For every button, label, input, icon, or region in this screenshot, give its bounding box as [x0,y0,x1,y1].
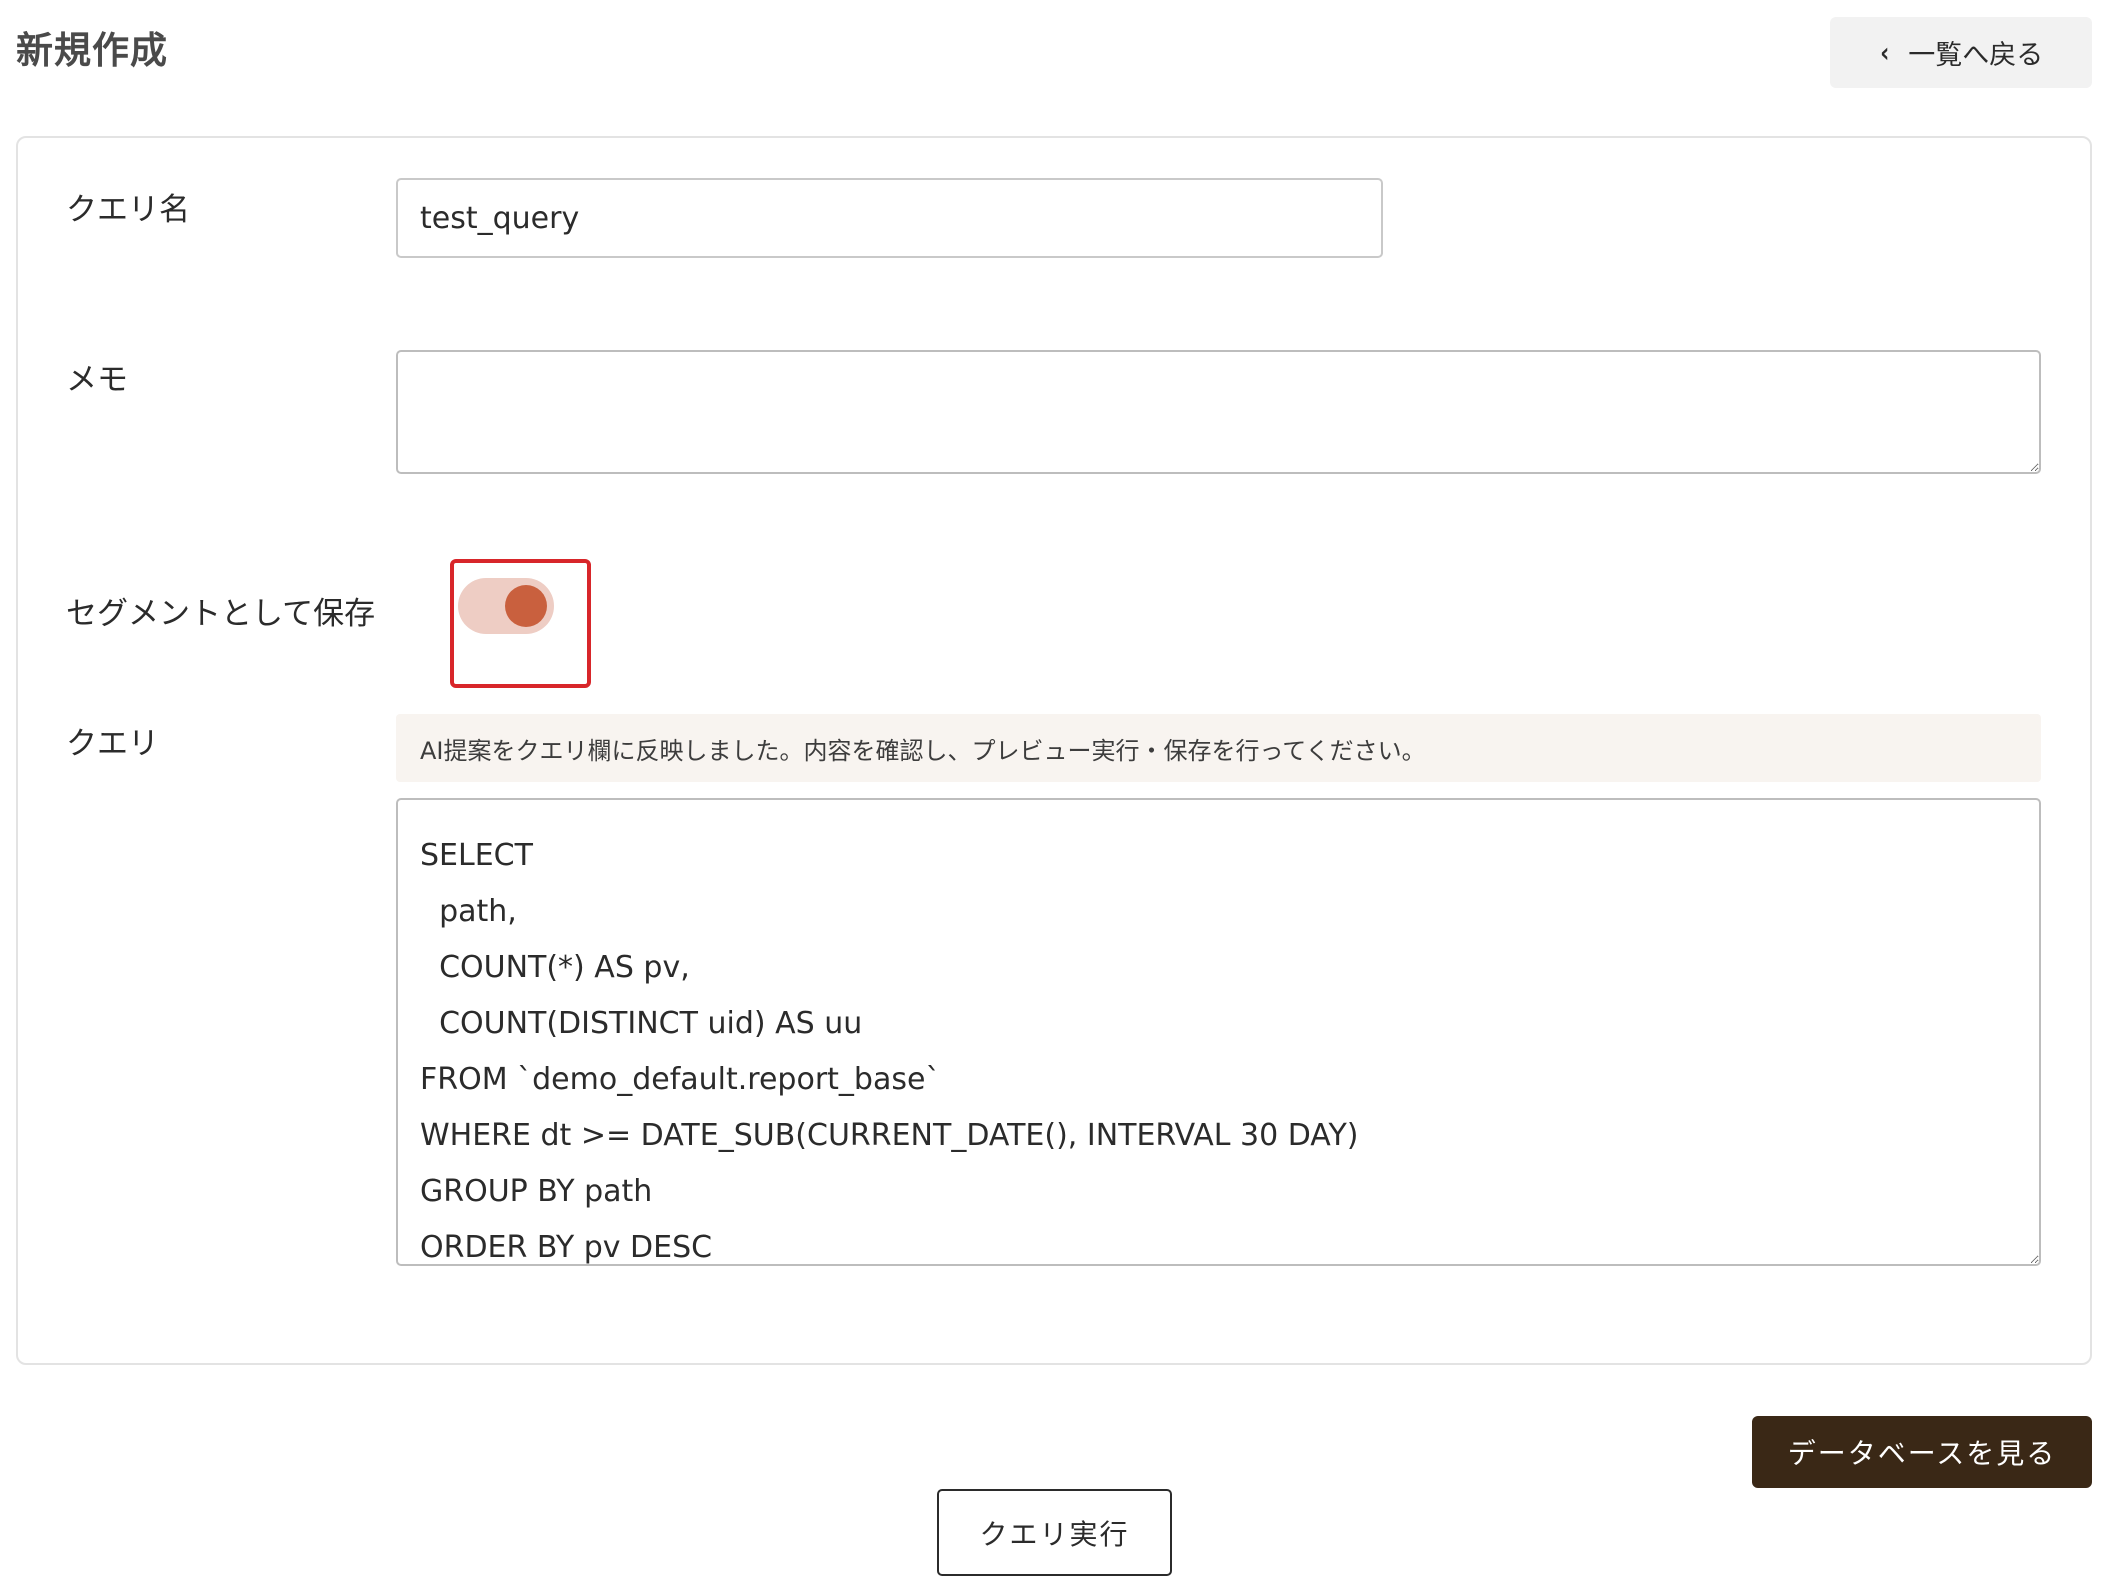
run-query-button[interactable]: クエリ実行 [937,1489,1172,1576]
query-name-input[interactable] [396,178,1383,258]
query-label: クエリ [66,726,159,762]
memo-textarea[interactable] [396,350,2041,474]
chevron-left-icon: ‹ [1879,36,1890,69]
ai-suggestion-notice: AI提案をクエリ欄に反映しました。内容を確認し、プレビュー実行・保存を行ってくだ… [396,714,2041,782]
ai-suggestion-notice-text: AI提案をクエリ欄に反映しました。内容を確認し、プレビュー実行・保存を行ってくだ… [420,736,1426,765]
memo-label: メモ [66,362,128,398]
query-sql-editor[interactable]: SELECT path, COUNT(*) AS pv, COUNT(DISTI… [396,798,2041,1266]
toggle-knob[interactable] [505,585,547,627]
segment-save-label: セグメントとして保存 [66,596,376,632]
back-to-list-label: 一覧へ戻る [1908,40,2044,71]
query-create-page: 新規作成 ‹ 一覧へ戻る クエリ名 メモ セグメントとして保存 クエリ AI提案… [0,0,2108,1592]
back-to-list-button[interactable]: ‹ 一覧へ戻る [1830,17,2092,88]
view-database-button[interactable]: データベースを見る [1752,1416,2092,1488]
page-title: 新規作成 [16,29,168,72]
query-name-label: クエリ名 [66,192,190,228]
